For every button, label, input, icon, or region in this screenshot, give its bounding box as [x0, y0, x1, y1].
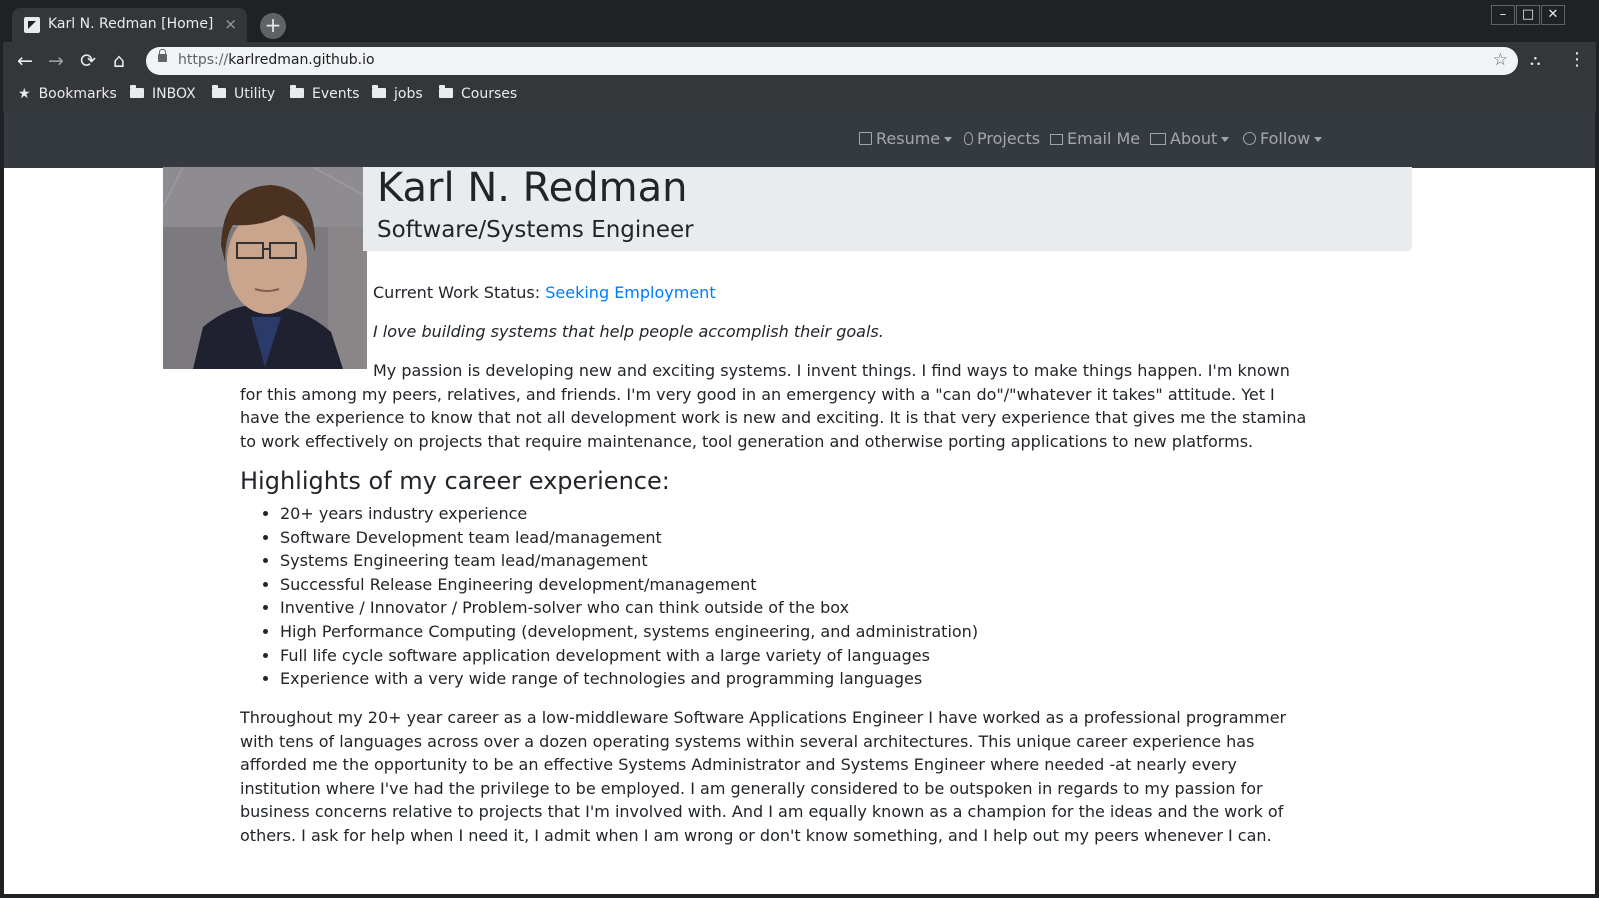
nav-label: Follow [1260, 129, 1311, 148]
bookmark-courses[interactable]: Courses [439, 85, 518, 102]
page-title: Karl N. Redman [377, 165, 688, 211]
work-status-link[interactable]: Seeking Employment [545, 283, 715, 302]
minimize-icon[interactable]: – [1491, 5, 1515, 25]
profile-photo [163, 167, 367, 369]
bookmark-events[interactable]: Events [290, 85, 360, 102]
work-status-label: Current Work Status: [373, 283, 546, 302]
envelope-icon [1050, 134, 1063, 145]
bookmark-star-icon[interactable]: ☆ [1493, 50, 1508, 70]
bookmark-jobs[interactable]: jobs [372, 85, 423, 102]
id-card-icon [1150, 133, 1166, 145]
nav-label: About [1170, 129, 1218, 148]
bookmark-label: Bookmarks [38, 86, 117, 102]
bookmark-label: Courses [461, 86, 518, 102]
header-jumbotron: Karl N. Redman Software/Systems Engineer [363, 165, 1412, 251]
folder-icon [130, 85, 144, 98]
list-item: Inventive / Innovator / Problem-solver w… [280, 596, 978, 620]
nav-follow-dropdown[interactable]: Follow [1243, 129, 1323, 148]
nav-label: Email Me [1067, 129, 1141, 148]
reload-icon[interactable]: ⟳ [76, 49, 100, 73]
nav-email-me[interactable]: Email Me [1050, 129, 1140, 148]
home-icon[interactable]: ⌂ [107, 49, 131, 73]
forward-icon[interactable]: → [44, 49, 68, 73]
page-subtitle: Software/Systems Engineer [377, 217, 694, 243]
bookmark-label: jobs [394, 86, 423, 102]
caret-down-icon [1314, 137, 1323, 142]
highlights-heading: Highlights of my career experience: [240, 467, 670, 495]
profile-photo-image [163, 167, 367, 369]
star-icon: ★ [18, 86, 31, 102]
bookmarks-bar: ★ Bookmarks INBOX Utility Events jobs Cou… [0, 80, 1599, 112]
back-icon[interactable]: ← [13, 49, 37, 73]
caret-down-icon [1221, 137, 1230, 142]
highlights-list: 20+ years industry experience Software D… [240, 502, 978, 691]
smiley-icon [1243, 132, 1256, 145]
caret-down-icon [944, 137, 953, 142]
list-item: Experience with a very wide range of tec… [280, 667, 978, 691]
new-tab-button[interactable]: + [260, 13, 286, 39]
browser-tab[interactable]: Karl N. Redman [Home] × [12, 8, 247, 42]
folder-icon [212, 85, 226, 98]
url-host: karlredman.github.io [228, 52, 375, 68]
browser-window: Karl N. Redman [Home] × + – □ ✕ ← → ⟳ ⌂ … [0, 0, 1599, 898]
summary-paragraph: Throughout my 20+ year career as a low-m… [240, 708, 1287, 845]
list-item: Systems Engineering team lead/management [280, 549, 978, 573]
site-favicon-icon [24, 17, 40, 33]
document-icon [859, 132, 872, 145]
list-item: High Performance Computing (development,… [280, 620, 978, 644]
nav-resume-dropdown[interactable]: Resume [859, 129, 953, 148]
folder-icon [372, 85, 386, 98]
intro-paragraph: My passion is developing new and excitin… [240, 361, 1307, 451]
incognito-icon[interactable]: ⛬ [1530, 51, 1541, 69]
nav-projects[interactable]: Projects [964, 129, 1040, 148]
maximize-icon[interactable]: □ [1516, 5, 1540, 25]
web-page: Resume Projects Email Me About Follow Ka… [4, 112, 1595, 894]
folder-icon [290, 85, 304, 98]
url-scheme: https:// [178, 52, 229, 68]
site-navbar: Resume Projects Email Me About Follow [4, 112, 1595, 168]
tab-strip: Karl N. Redman [Home] × + – □ ✕ [0, 0, 1599, 42]
bookmark-utility[interactable]: Utility [212, 85, 276, 102]
nav-about-dropdown[interactable]: About [1150, 129, 1230, 148]
bookmark-inbox[interactable]: INBOX [130, 85, 196, 102]
bookmark-bookmarks[interactable]: ★ Bookmarks [18, 86, 117, 102]
nav-label: Projects [977, 129, 1041, 148]
folder-icon [439, 85, 453, 98]
bookmark-label: Events [312, 86, 360, 102]
bookmark-label: INBOX [152, 86, 196, 102]
browser-toolbar: ← → ⟳ ⌂ https://karlredman.github.io ☆ ⛬… [0, 42, 1599, 80]
address-bar[interactable]: https://karlredman.github.io ☆ [146, 47, 1518, 75]
lightbulb-icon [964, 132, 973, 145]
bookmark-label: Utility [234, 86, 276, 102]
tab-close-icon[interactable]: × [224, 15, 237, 33]
tab-title: Karl N. Redman [Home] [48, 16, 214, 32]
lock-icon [158, 49, 167, 62]
nav-label: Resume [876, 129, 941, 148]
url-text[interactable]: https://karlredman.github.io [178, 52, 375, 68]
menu-kebab-icon[interactable]: ⋮ [1568, 49, 1586, 70]
list-item: Software Development team lead/managemen… [280, 526, 978, 550]
tagline: I love building systems that help people… [373, 322, 884, 341]
list-item: Full life cycle software application dev… [280, 644, 978, 668]
list-item: Successful Release Engineering developme… [280, 573, 978, 597]
list-item: 20+ years industry experience [280, 502, 978, 526]
close-window-icon[interactable]: ✕ [1541, 5, 1565, 25]
work-status: Current Work Status: Seeking Employment [373, 281, 716, 305]
